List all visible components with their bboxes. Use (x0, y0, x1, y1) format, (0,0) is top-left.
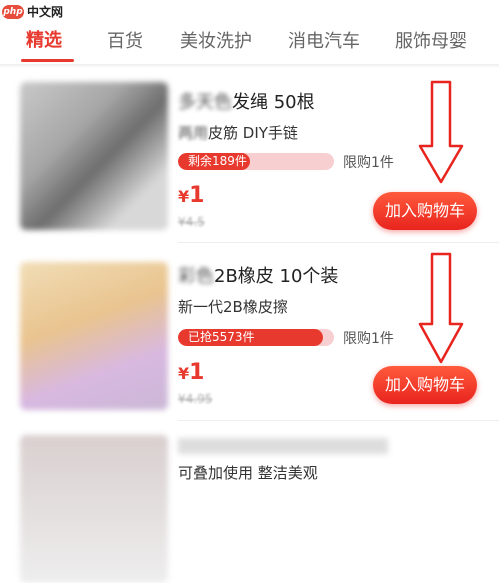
product-subtitle: 可叠加使用 整洁美观 (178, 464, 318, 482)
price-value: 1 (189, 183, 205, 208)
product-subtitle: 新一代2B橡皮擦 (178, 298, 288, 316)
watermark: php 中文网 (2, 3, 63, 20)
tab-apparel-baby[interactable]: 服饰母婴 (395, 27, 467, 53)
add-to-cart-button[interactable]: 加入购物车 (373, 192, 477, 230)
watermark-text: 中文网 (27, 5, 64, 19)
tab-electronics-auto[interactable]: 消电汽车 (288, 27, 360, 53)
tab-beauty[interactable]: 美妆洗护 (180, 27, 252, 53)
product-title-blurred: 彩色 (178, 266, 214, 287)
product-title-text: 发绳 50根 (232, 92, 315, 113)
stock-progress-label: 已抢5573件 (188, 330, 255, 344)
purchase-limit: 限购1件 (343, 331, 394, 347)
product-image[interactable] (20, 435, 168, 583)
product-title[interactable]: 多天色发绳 50根 (178, 88, 315, 114)
product-subtitle: 两用皮筋 DIY手链 (178, 122, 298, 143)
item-divider (178, 420, 499, 421)
header-shadow (0, 64, 499, 68)
stock-progress-bar: 剩余189件 (178, 153, 334, 170)
sale-price: ¥1 (178, 360, 204, 385)
active-tab-indicator (21, 59, 74, 62)
sale-price: ¥1 (178, 183, 204, 208)
price-value: 1 (189, 360, 205, 385)
product-subtitle-blurred: 两用 (178, 124, 209, 142)
tab-general-goods[interactable]: 百货 (107, 27, 143, 53)
item-divider (178, 242, 499, 243)
add-to-cart-button[interactable]: 加入购物车 (373, 366, 477, 404)
product-image[interactable] (20, 82, 168, 230)
watermark-logo: php (2, 4, 24, 19)
down-arrow-annotation (418, 252, 464, 364)
product-title[interactable]: 彩色2B橡皮 10个装 (178, 262, 338, 288)
stock-progress-bar: 已抢5573件 (178, 329, 334, 346)
product-subtitle-text: 皮筋 DIY手链 (208, 124, 298, 142)
tab-featured[interactable]: 精选 (26, 26, 62, 52)
product-title-blurred: 多天色 (178, 92, 232, 113)
product-title-blurred (178, 438, 388, 454)
down-arrow-annotation (418, 80, 464, 184)
product-image[interactable] (20, 262, 168, 410)
currency-symbol: ¥ (178, 364, 190, 383)
stock-progress-label: 剩余189件 (188, 154, 247, 168)
top-bar: php 中文网 精选 百货 美妆洗护 消电汽车 服饰母婴 (0, 0, 499, 64)
original-price: ¥4.95 (178, 392, 213, 406)
currency-symbol: ¥ (178, 187, 190, 206)
original-price: ¥4.5 (178, 215, 205, 229)
category-tabs: 精选 百货 美妆洗护 消电汽车 服饰母婴 (0, 22, 499, 56)
product-title-text: 2B橡皮 10个装 (214, 266, 339, 287)
purchase-limit: 限购1件 (343, 155, 394, 171)
